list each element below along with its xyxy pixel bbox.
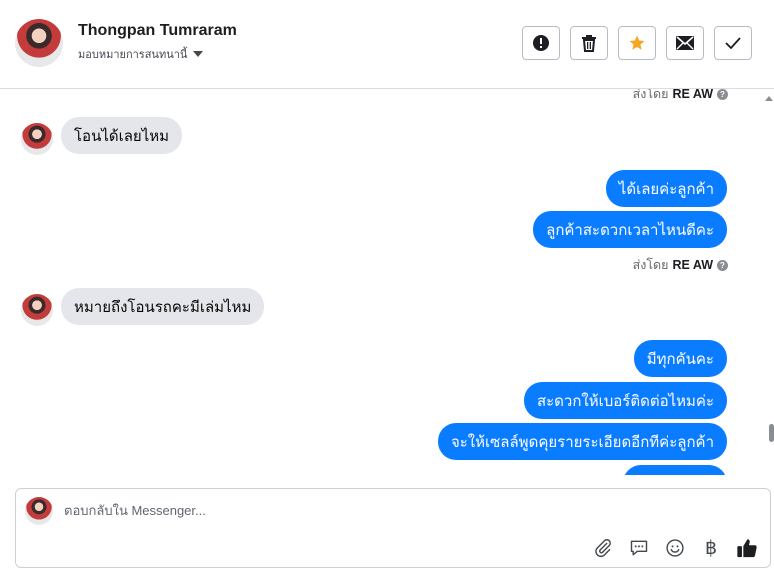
star-icon	[629, 35, 645, 50]
payment-button[interactable]: ฿	[700, 537, 722, 559]
scrollbar-thumb[interactable]	[769, 424, 774, 442]
envelope-icon	[676, 36, 694, 50]
sent-by-label: ส่งโดย RE AW ?	[633, 89, 728, 104]
incoming-message[interactable]: โอนได้เลยไหม	[61, 117, 183, 154]
sent-by-name: RE AW	[672, 258, 713, 272]
mark-unread-button[interactable]	[666, 26, 704, 60]
sender-avatar[interactable]	[21, 294, 53, 326]
outgoing-message[interactable]: ได้เลยค่ะลูกค้า	[605, 170, 727, 207]
mark-spam-button[interactable]	[522, 26, 560, 60]
scroll-up-arrow[interactable]	[765, 96, 773, 101]
exclamation-circle-icon	[533, 35, 549, 51]
incoming-message[interactable]: หมายถึงโอนรถคะมีเล่มไหม	[61, 288, 265, 325]
like-button[interactable]	[736, 537, 758, 559]
sent-by-name: RE AW	[672, 89, 713, 101]
reply-composer: ฿	[15, 488, 771, 568]
contact-name[interactable]: Thongpan Tumraram	[78, 22, 237, 40]
outgoing-message-partial[interactable]	[623, 465, 727, 475]
header-actions	[522, 26, 752, 60]
baht-icon: ฿	[704, 537, 718, 559]
outgoing-message[interactable]: มีทุกคันคะ	[633, 340, 727, 377]
outgoing-message[interactable]: จะให้เซลล์พูดคุยรายระเอียดอีกทีค่ะลูกค้า	[437, 423, 727, 460]
message-list: ส่งโดย RE AW ? โอนได้เลยไหม ได้เลยค่ะลูก…	[0, 89, 762, 475]
paperclip-icon	[595, 539, 611, 558]
emoji-button[interactable]	[664, 537, 686, 559]
delete-button[interactable]	[570, 26, 608, 60]
mark-done-button[interactable]	[714, 26, 752, 60]
contact-avatar[interactable]	[15, 19, 63, 67]
assign-conversation-dropdown[interactable]: มอบหมายการสนทนานี้	[78, 45, 204, 63]
saved-replies-button[interactable]	[628, 537, 650, 559]
page-avatar	[25, 497, 53, 525]
reply-input[interactable]	[64, 503, 744, 518]
outgoing-message[interactable]: สะดวกให้เบอร์ติดต่อไหมค่ะ	[523, 382, 727, 419]
sender-avatar[interactable]	[21, 123, 53, 155]
sent-by-prefix: ส่งโดย	[632, 89, 669, 101]
conversation-header: Thongpan Tumraram มอบหมายการสนทนานี้	[0, 0, 774, 89]
attach-button[interactable]	[592, 537, 614, 559]
help-icon[interactable]: ?	[717, 89, 728, 100]
smiley-icon	[666, 539, 684, 557]
chevron-down-icon	[193, 51, 204, 57]
sent-by-label: ส่งโดย RE AW ?	[633, 255, 728, 275]
trash-icon	[582, 35, 596, 52]
checkmark-icon	[725, 37, 741, 49]
conversation-panel: Thongpan Tumraram มอบหมายการสนทนานี้ ส่ง…	[0, 0, 774, 578]
speech-bubble-icon	[630, 540, 648, 556]
thumbs-up-icon	[737, 539, 757, 558]
outgoing-message[interactable]: ลูกค้าสะดวกเวลาไหนดีคะ	[533, 211, 727, 248]
sent-by-prefix: ส่งโดย	[632, 258, 669, 272]
composer-tools: ฿	[592, 537, 758, 559]
star-button[interactable]	[618, 26, 656, 60]
help-icon[interactable]: ?	[717, 259, 728, 271]
assign-label: มอบหมายการสนทนานี้	[78, 49, 188, 61]
